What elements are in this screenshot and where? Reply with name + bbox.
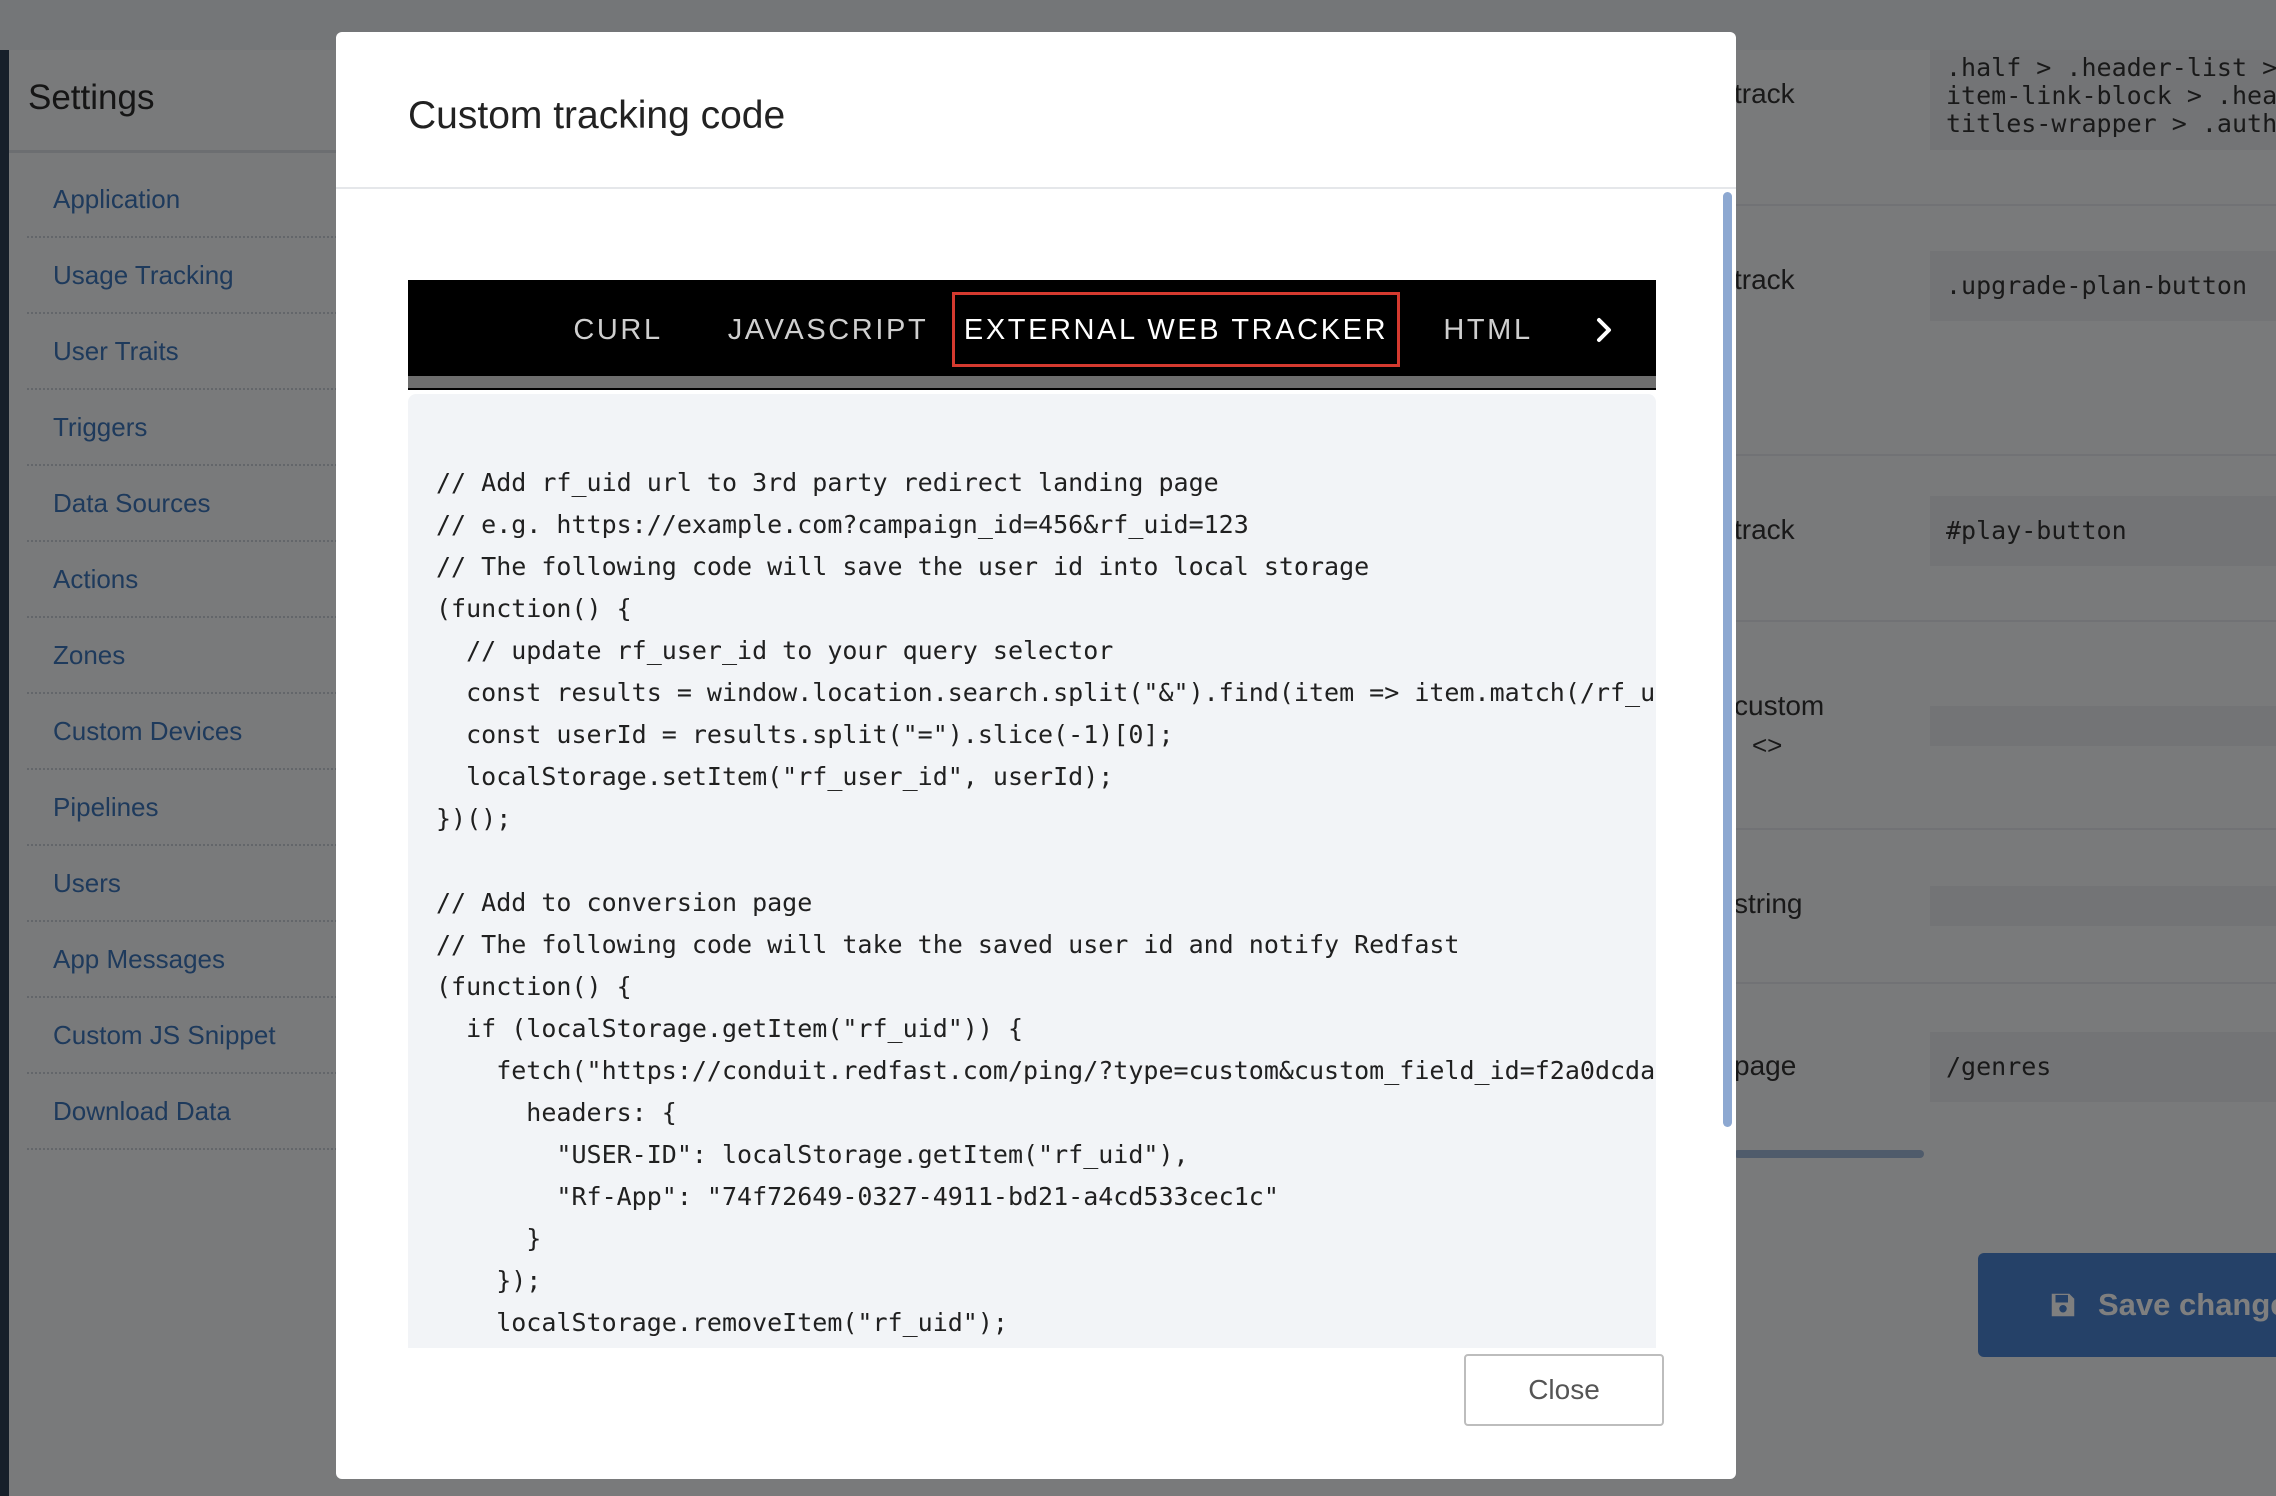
code-line: // Add rf_uid url to 3rd party redirect … [436, 468, 1219, 497]
tab-javascript[interactable]: JAVASCRIPT [710, 280, 946, 380]
tab-html[interactable]: HTML [1408, 280, 1568, 380]
code-line: // The following code will save the user… [436, 552, 1370, 581]
tab-curl[interactable]: CURL [526, 280, 710, 380]
modal-title: Custom tracking code [408, 94, 786, 137]
code-line: }); [436, 1266, 542, 1295]
active-tab-highlight [952, 292, 1400, 367]
code-line: if (localStorage.getItem("rf_uid")) { [436, 1014, 1023, 1043]
custom-tracking-code-modal: Custom tracking code CURL JAVASCRIPT EXT… [336, 32, 1736, 1479]
code-line: (function() { [436, 594, 632, 623]
code-line: })(); [436, 804, 512, 833]
code-line: const userId = results.split("=").slice(… [436, 720, 1174, 749]
code-line: const results = window.location.search.s… [436, 678, 1656, 707]
code-line: // The following code will take the save… [436, 930, 1460, 959]
code-line: (function() { [436, 972, 632, 1001]
modal-header: Custom tracking code [336, 32, 1736, 189]
modal-scrollbar[interactable] [1723, 192, 1732, 1127]
code-line: fetch("https://conduit.redfast.com/ping/… [436, 1056, 1656, 1085]
tabs-bottom-bar [408, 376, 1656, 388]
code-line: headers: { [436, 1098, 677, 1127]
chevron-right-icon[interactable] [1584, 310, 1624, 350]
code-block: // Add rf_uid url to 3rd party redirect … [408, 394, 1656, 1348]
code-line: } [436, 1224, 542, 1253]
modal-body: CURL JAVASCRIPT EXTERNAL WEB TRACKER HTM… [408, 248, 1656, 1348]
close-button[interactable]: Close [1464, 1354, 1664, 1426]
code-line: localStorage.removeItem("rf_uid"); [436, 1308, 1008, 1337]
code-line: localStorage.setItem("rf_user_id", userI… [436, 762, 1114, 791]
code-tabs: CURL JAVASCRIPT EXTERNAL WEB TRACKER HTM… [408, 280, 1656, 390]
code-line: "USER-ID": localStorage.getItem("rf_uid"… [436, 1140, 1189, 1169]
code-line: "Rf-App": "74f72649-0327-4911-bd21-a4cd5… [436, 1182, 1279, 1211]
code-line: // e.g. https://example.com?campaign_id=… [436, 510, 1249, 539]
code-line: // Add to conversion page [436, 888, 813, 917]
code-line: // update rf_user_id to your query selec… [436, 636, 1114, 665]
